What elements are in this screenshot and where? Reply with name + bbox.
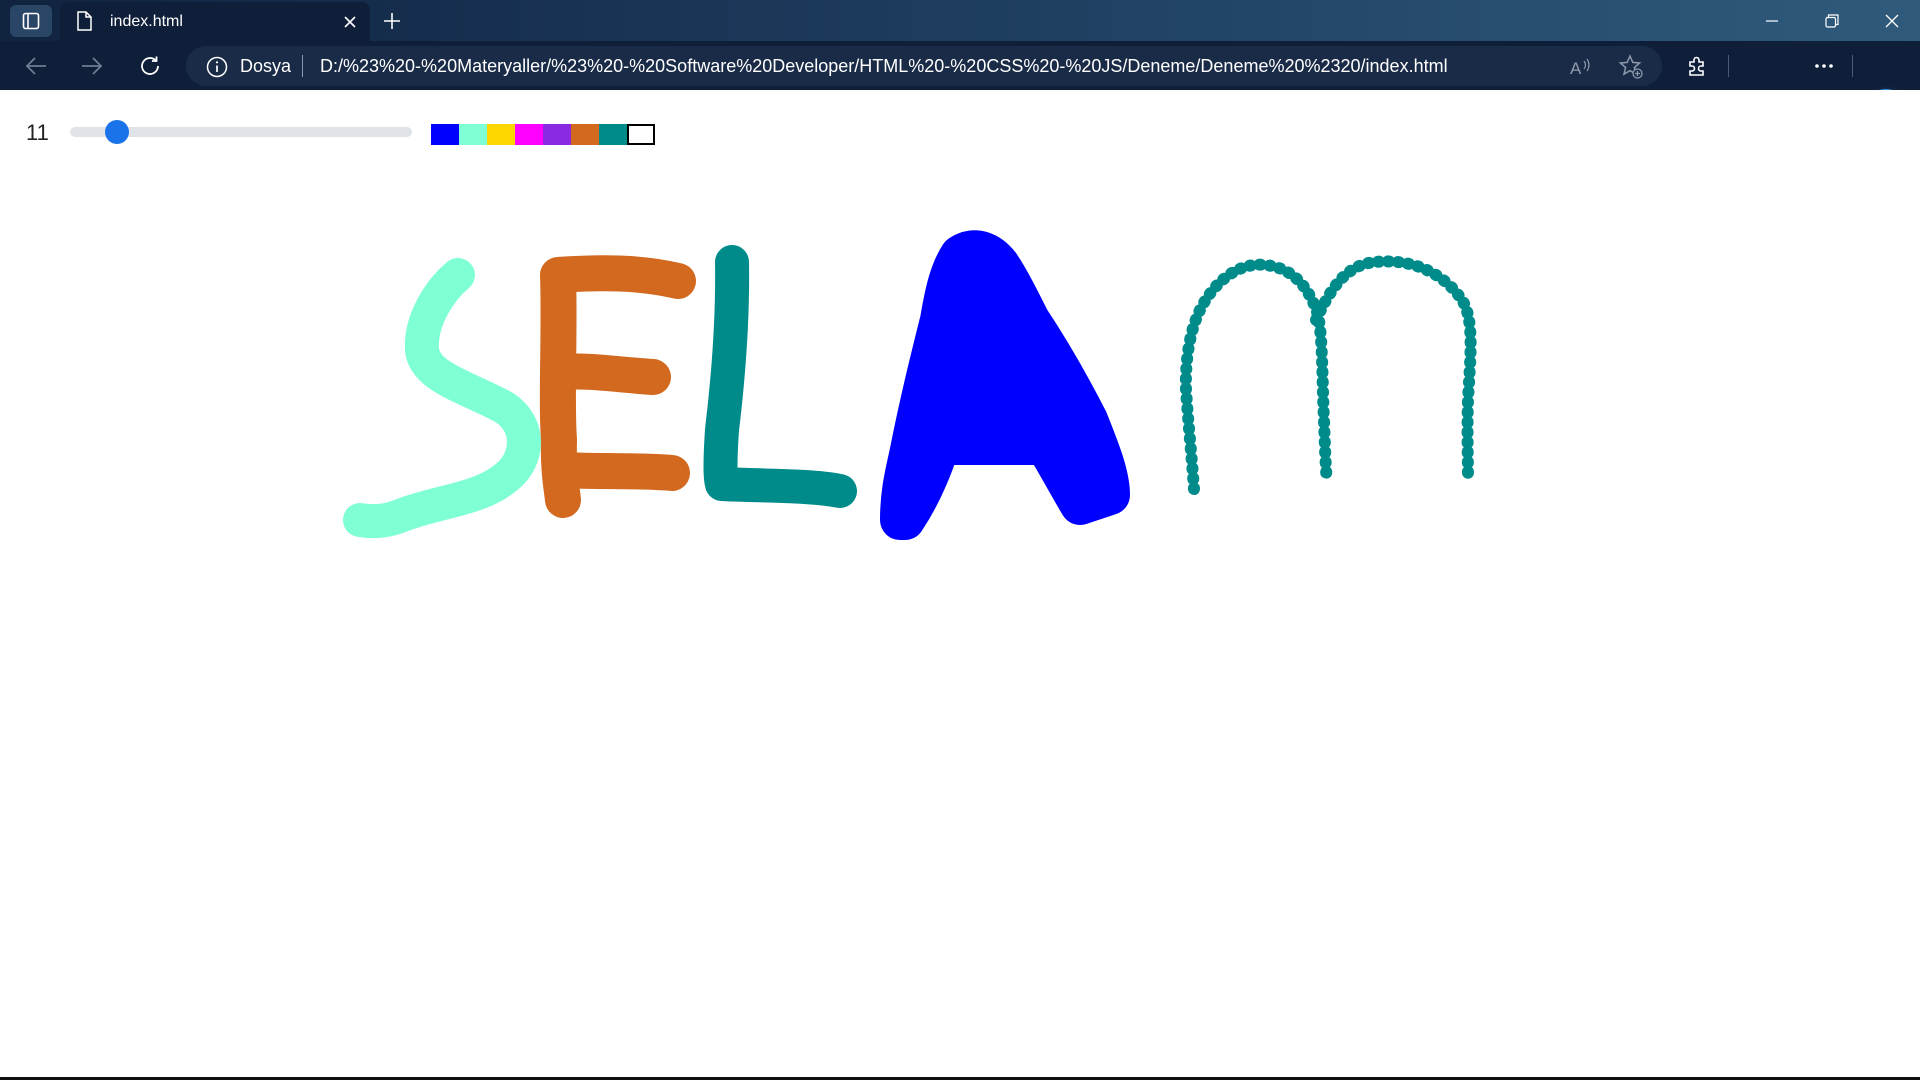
extensions-button[interactable] bbox=[1677, 46, 1717, 86]
new-tab-button[interactable] bbox=[376, 7, 408, 35]
restore-icon bbox=[1825, 13, 1839, 28]
back-icon bbox=[25, 57, 46, 75]
tab-strip: index.html bbox=[0, 0, 1920, 41]
plus-icon bbox=[384, 13, 400, 29]
forward-icon bbox=[82, 57, 103, 75]
refresh-icon bbox=[141, 56, 159, 75]
refresh-button[interactable] bbox=[130, 46, 170, 86]
stroke-m bbox=[1179, 255, 1477, 495]
tab-actions-icon bbox=[22, 12, 40, 30]
browser-window: index.html Dosya D:/%23%20-%20Materyalle… bbox=[0, 0, 1920, 1080]
add-favorite-icon[interactable] bbox=[1618, 54, 1644, 80]
close-window-button[interactable] bbox=[1862, 0, 1920, 41]
more-icon bbox=[1815, 64, 1833, 68]
stroke-s bbox=[343, 258, 541, 539]
minimize-button[interactable] bbox=[1742, 0, 1802, 41]
site-label: Dosya bbox=[240, 56, 292, 76]
restore-button[interactable] bbox=[1802, 0, 1862, 41]
more-button[interactable] bbox=[1804, 46, 1844, 86]
back-button[interactable] bbox=[16, 46, 56, 86]
stroke-a bbox=[880, 230, 1130, 540]
drawing-canvas[interactable] bbox=[0, 90, 1920, 1080]
close-icon[interactable] bbox=[338, 10, 362, 34]
close-window-icon bbox=[1885, 14, 1899, 27]
stroke-e bbox=[539, 255, 696, 518]
tab-actions-button[interactable] bbox=[10, 5, 52, 37]
minimize-icon bbox=[1766, 19, 1778, 22]
extensions-icon bbox=[1689, 56, 1704, 76]
url-text[interactable]: D:/%23%20-%20Materyaller/%23%20-%20Softw… bbox=[320, 56, 1448, 77]
file-icon bbox=[76, 10, 96, 33]
toolbar: Dosya D:/%23%20-%20Materyaller/%23%20-%2… bbox=[0, 41, 1920, 130]
svg-text:A: A bbox=[1570, 59, 1582, 77]
toolbar-divider bbox=[1728, 55, 1729, 77]
tab-index-html[interactable]: index.html bbox=[60, 2, 370, 41]
tab-title: index.html bbox=[110, 12, 183, 30]
read-aloud-icon[interactable]: A bbox=[1568, 54, 1594, 80]
forward-button[interactable] bbox=[72, 46, 112, 86]
info-icon[interactable] bbox=[206, 56, 228, 78]
address-separator bbox=[302, 55, 303, 77]
toolbar-divider bbox=[1852, 55, 1853, 77]
stroke-l bbox=[703, 245, 857, 508]
address-bar[interactable]: Dosya D:/%23%20-%20Materyaller/%23%20-%2… bbox=[186, 46, 1662, 86]
